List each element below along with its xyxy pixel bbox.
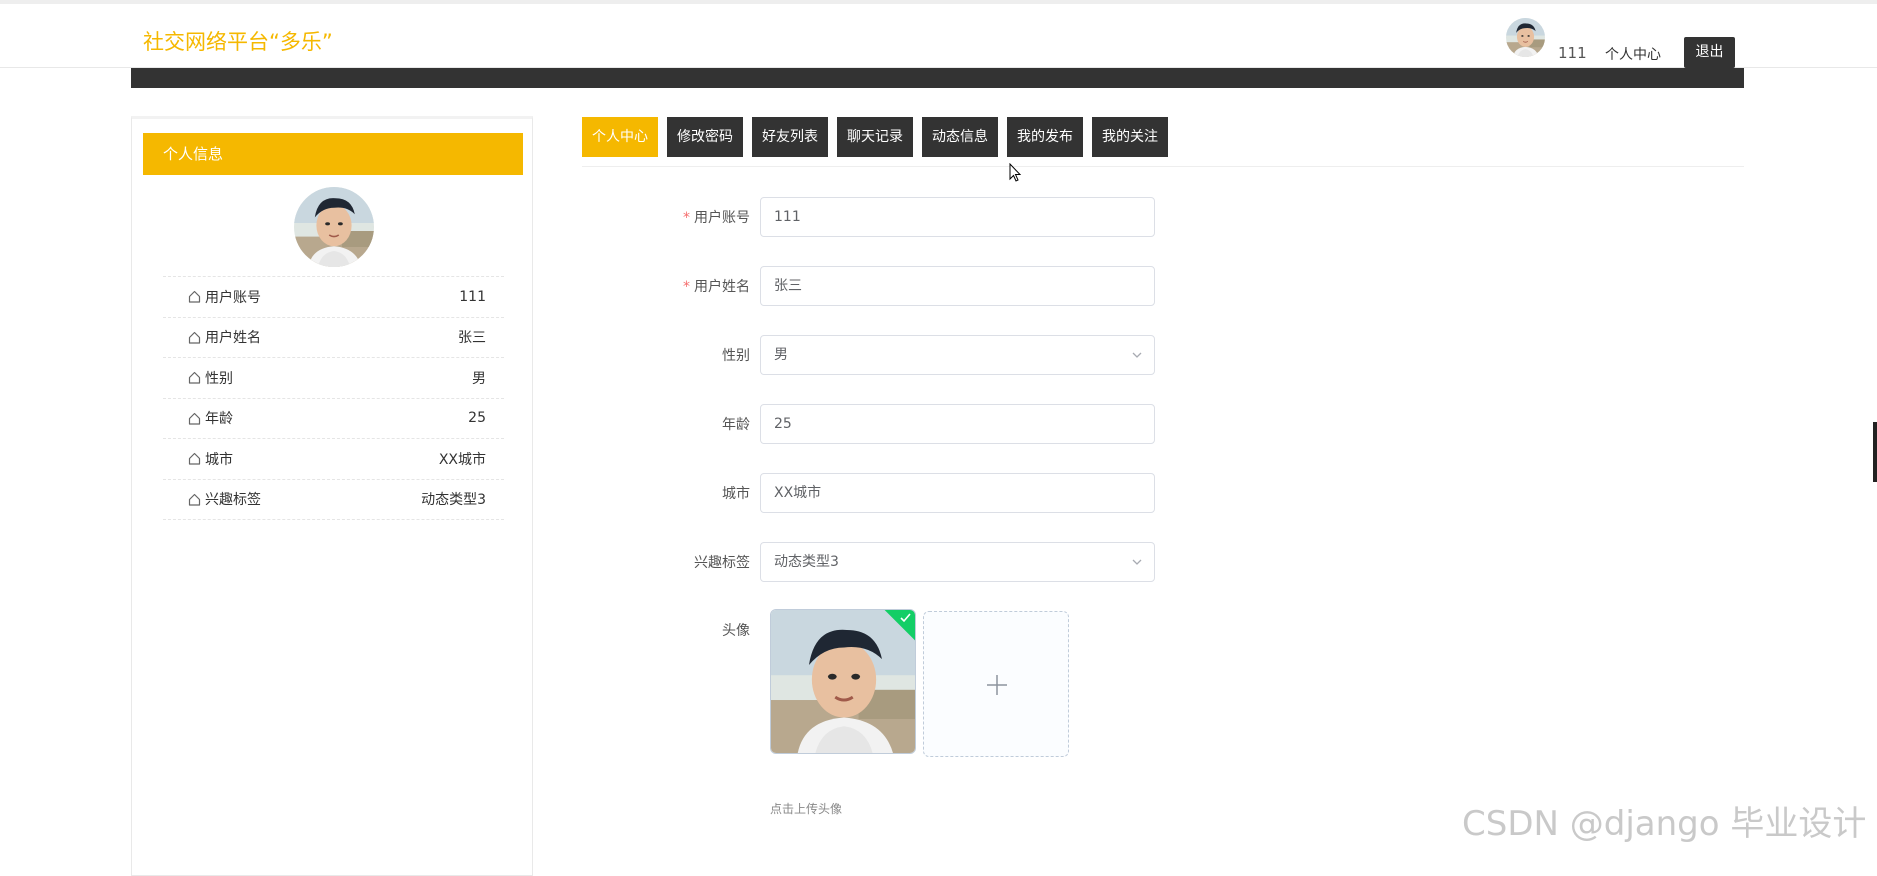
scrollbar-thumb[interactable] xyxy=(1873,422,1877,482)
gender-label: 性别 xyxy=(722,348,750,364)
name-input[interactable]: 张三 xyxy=(760,266,1155,306)
tab-my-posts[interactable]: 我的发布 xyxy=(1007,117,1083,157)
info-value: 张三 xyxy=(458,330,486,347)
check-icon xyxy=(900,613,911,623)
profile-info-list: 用户账号 111 用户姓名 张三 性别 男 年龄 25 城市 XX城市 兴趣标签… xyxy=(163,276,504,520)
info-value: 男 xyxy=(472,370,486,387)
logout-button[interactable]: 退出 xyxy=(1684,37,1735,68)
tab-posts-info[interactable]: 动态信息 xyxy=(922,117,998,157)
info-value: XX城市 xyxy=(438,451,486,468)
info-row-name: 用户姓名 张三 xyxy=(163,318,504,358)
tab-my-follows[interactable]: 我的关注 xyxy=(1092,117,1168,157)
tabs-divider xyxy=(582,166,1744,167)
avatar-label: 头像 xyxy=(722,623,750,639)
watermark: CSDN @django 毕业设计 xyxy=(1462,804,1867,844)
upload-tip: 点击上传头像 xyxy=(770,802,843,816)
required-mark: * xyxy=(683,279,690,295)
info-key: 性别 xyxy=(205,370,233,387)
form-row-gender: 性别 男 xyxy=(640,335,1155,375)
header-avatar[interactable] xyxy=(1506,18,1545,57)
info-row-gender: 性别 男 xyxy=(163,358,504,399)
account-label: 用户账号 xyxy=(694,210,750,226)
home-icon xyxy=(188,412,201,425)
tab-friends[interactable]: 好友列表 xyxy=(752,117,828,157)
top-navbar: 社交网络平台“多乐” 111 个人中心 退出 xyxy=(0,0,1877,68)
tab-personal-center[interactable]: 个人中心 xyxy=(582,117,658,157)
info-row-account: 用户账号 111 xyxy=(163,277,504,318)
age-label: 年龄 xyxy=(722,417,750,433)
home-icon xyxy=(188,291,201,303)
gender-select-value: 男 xyxy=(774,347,788,363)
info-row-city: 城市 XX城市 xyxy=(163,439,504,480)
home-icon xyxy=(188,493,201,506)
mouse-cursor-icon xyxy=(1009,163,1022,182)
home-icon xyxy=(188,331,201,344)
chevron-down-icon xyxy=(1132,352,1142,358)
profile-tabs: 个人中心 修改密码 好友列表 聊天记录 动态信息 我的发布 我的关注 xyxy=(582,117,1168,157)
form-row-age: 年龄 25 xyxy=(640,404,1155,444)
city-input[interactable]: XX城市 xyxy=(760,473,1155,513)
chevron-down-icon xyxy=(1132,559,1142,565)
form-row-account: * 用户账号 111 xyxy=(640,197,1155,237)
info-row-age: 年龄 25 xyxy=(163,399,504,439)
info-key: 城市 xyxy=(205,451,233,468)
account-input[interactable]: 111 xyxy=(760,197,1155,237)
info-key: 兴趣标签 xyxy=(205,492,261,509)
age-input[interactable]: 25 xyxy=(760,404,1155,444)
form-row-city: 城市 XX城市 xyxy=(640,473,1155,513)
plus-icon xyxy=(987,675,1007,695)
city-label: 城市 xyxy=(722,486,750,502)
info-key: 用户姓名 xyxy=(205,330,261,347)
info-value: 25 xyxy=(468,410,486,427)
tab-change-password[interactable]: 修改密码 xyxy=(667,117,743,157)
gender-select[interactable]: 男 xyxy=(760,335,1155,375)
interest-select[interactable]: 动态类型3 xyxy=(760,542,1155,582)
info-row-interest: 兴趣标签 动态类型3 xyxy=(163,480,504,520)
tab-chat-records[interactable]: 聊天记录 xyxy=(837,117,913,157)
profile-panel-title: 个人信息 xyxy=(143,133,523,175)
form-row-interest: 兴趣标签 动态类型3 xyxy=(640,542,1155,582)
profile-panel: 个人信息 用户账号 111 用户姓名 张三 性别 男 年龄 25 城市 XX城市… xyxy=(131,116,533,876)
info-value: 动态类型3 xyxy=(421,492,486,509)
home-icon xyxy=(188,372,201,384)
brand-title[interactable]: 社交网络平台“多乐” xyxy=(143,26,333,56)
avatar-upload-button[interactable] xyxy=(923,611,1069,757)
interest-select-value: 动态类型3 xyxy=(774,554,839,570)
home-icon xyxy=(188,453,201,465)
info-value: 111 xyxy=(459,288,486,305)
header-username: 111 xyxy=(1558,44,1587,62)
form-row-name: * 用户姓名 张三 xyxy=(640,266,1155,306)
required-mark: * xyxy=(683,210,690,226)
info-key: 年龄 xyxy=(205,411,233,428)
personal-center-link[interactable]: 个人中心 xyxy=(1605,44,1661,64)
profile-avatar xyxy=(294,187,374,267)
interest-label: 兴趣标签 xyxy=(694,555,750,571)
page-banner xyxy=(131,68,1744,88)
uploaded-avatar-thumbnail[interactable] xyxy=(770,609,916,754)
name-label: 用户姓名 xyxy=(694,279,750,295)
info-key: 用户账号 xyxy=(205,289,261,306)
